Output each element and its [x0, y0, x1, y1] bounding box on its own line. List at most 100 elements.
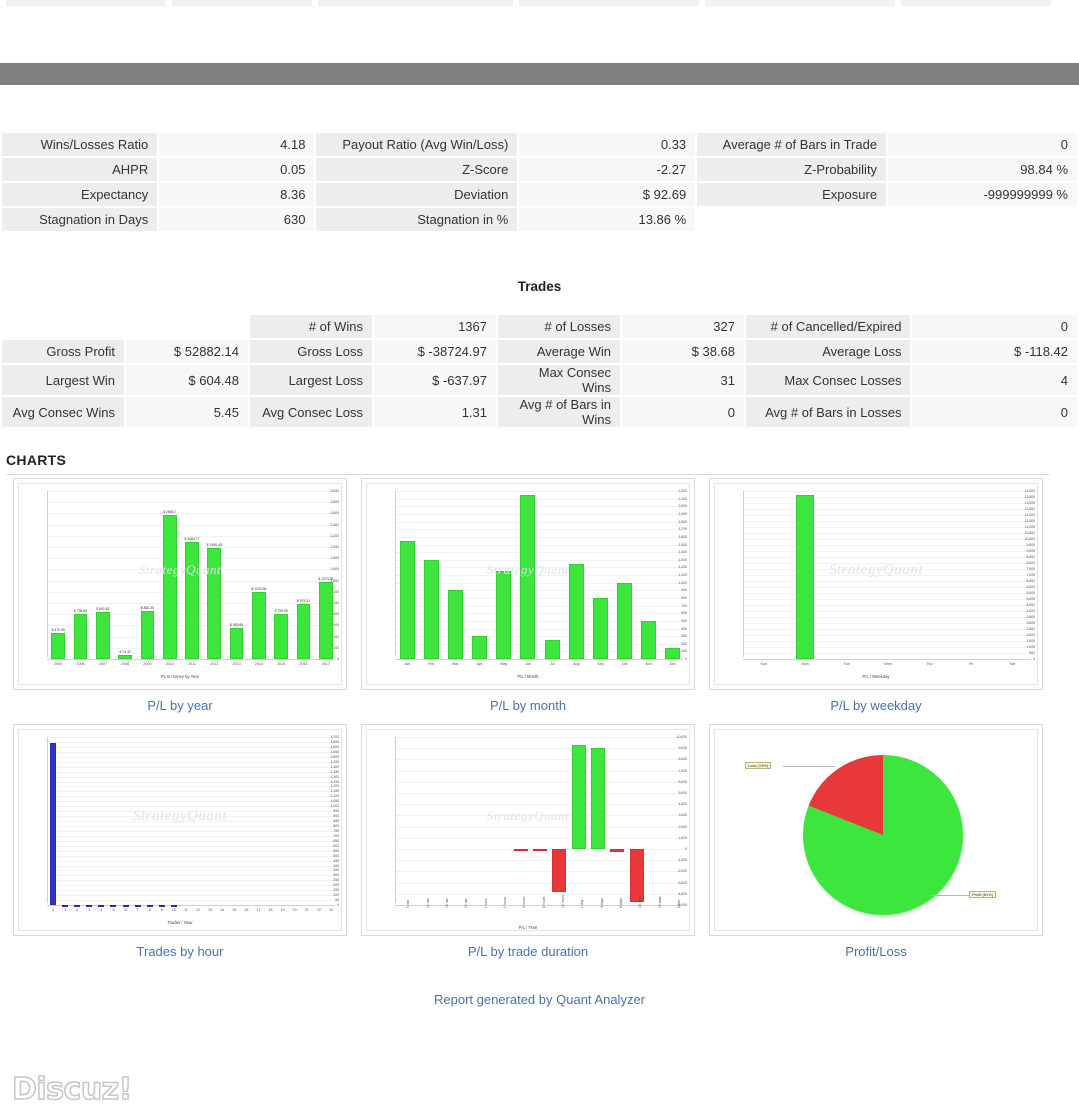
- trades-section-title: Trades: [0, 279, 1079, 294]
- x-axis-title: P/L / Time: [367, 925, 689, 930]
- stat-value: 327: [622, 315, 744, 338]
- x-axis-tick: Nov: [646, 662, 653, 666]
- chart-caption-pl-by-trade-duration: P/L by trade duration: [354, 944, 702, 959]
- y-axis-tick: 800: [333, 824, 339, 828]
- stat-value: 1.31: [374, 397, 496, 427]
- x-axis-tick: 30 days: [658, 896, 662, 908]
- y-axis: [47, 491, 48, 657]
- bar: [472, 636, 487, 659]
- y-axis-tick: -3,000: [677, 881, 687, 885]
- y-axis-tick: 1,800: [331, 556, 340, 560]
- bar: [591, 748, 605, 849]
- y-axis-tick: 1,100: [679, 573, 688, 577]
- y-axis-tick: 4,000: [1027, 609, 1036, 613]
- top-tab-1[interactable]: [6, 0, 166, 6]
- stat-label: Deviation: [316, 183, 517, 206]
- x-axis-tick: 2012: [210, 662, 218, 666]
- x-axis-tick: Oct: [622, 662, 628, 666]
- top-tab-5[interactable]: [705, 0, 895, 6]
- x-axis-tick: 9: [161, 908, 163, 912]
- y-axis-tick: 0: [337, 903, 339, 907]
- bar-value-label: $ 553.69: [230, 623, 243, 627]
- x-axis-tick: 17: [256, 908, 260, 912]
- y-axis-tick: 1,600: [679, 535, 688, 539]
- table-row: Largest Win $ 604.48 Largest Loss $ -637…: [2, 365, 1077, 395]
- chart-pl-by-month[interactable]: 01002003004005006007008009001,0001,1001,…: [361, 478, 695, 690]
- top-tab-4[interactable]: [519, 0, 699, 6]
- stat-value: 0: [622, 397, 744, 427]
- y-axis-tick: 2,000: [1027, 633, 1036, 637]
- y-axis-tick: 200: [333, 646, 339, 650]
- bar: [448, 590, 463, 659]
- chart-pl-by-weekday[interactable]: 05001,0001,5002,0002,5003,0003,5004,0004…: [709, 478, 1043, 690]
- table-row: Expectancy 8.36 Deviation $ 92.69 Exposu…: [2, 183, 1077, 206]
- x-axis-tick: 0: [52, 908, 54, 912]
- chart-profit-loss-pie[interactable]: Loss (19%)Profit (81%): [709, 724, 1043, 936]
- pie-leader-loss: [783, 766, 835, 767]
- bar: [98, 905, 104, 907]
- stat-value: 98.84 %: [888, 158, 1077, 181]
- y-axis-tick: 1,500: [331, 755, 340, 759]
- bar: [252, 592, 266, 659]
- stat-label: Max Consec Losses: [746, 365, 910, 395]
- x-axis-tick: 2016: [299, 662, 307, 666]
- bar-value-label: $ 852.30: [141, 606, 154, 610]
- x-axis-tick: 8: [149, 908, 151, 912]
- x-axis-tick: 16 days: [638, 896, 642, 908]
- bar: [520, 495, 535, 659]
- chart-trades-by-hour[interactable]: 0501001502002503003504004505005506006507…: [13, 724, 347, 936]
- x-axis-tick: 19: [281, 908, 285, 912]
- x-axis-tick: 21: [305, 908, 309, 912]
- x-axis-tick: 7: [137, 908, 139, 912]
- y-axis-tick: 450: [333, 859, 339, 863]
- y-axis-tick: 1,350: [331, 770, 340, 774]
- charts-section-header: CHARTS: [6, 452, 1050, 475]
- x-axis-tick: 2017: [322, 662, 330, 666]
- x-axis-tick: 2 hours: [503, 897, 507, 908]
- bar: [118, 655, 132, 659]
- y-axis-tick: 400: [333, 864, 339, 868]
- chart-cell-pl-by-year: 02004006008001,0001,2001,4001,6001,8002,…: [6, 476, 354, 713]
- y-axis-tick: 7,500: [1027, 567, 1036, 571]
- top-tab-6[interactable]: [901, 0, 1051, 6]
- pie-callout-loss: Loss (19%): [745, 762, 771, 769]
- y-axis: [743, 491, 744, 657]
- y-axis-tick: 1,650: [331, 740, 340, 744]
- y-axis-tick: 4,000: [679, 802, 688, 806]
- y-axis-tick: 1,300: [331, 775, 340, 779]
- y-axis-tick: 300: [681, 634, 687, 638]
- x-axis-tick: Sep: [597, 662, 604, 666]
- y-axis-tick: 1,000: [679, 581, 688, 585]
- y-axis-tick: 8,500: [1027, 555, 1036, 559]
- stat-value: 0.05: [159, 158, 314, 181]
- top-tab-2[interactable]: [172, 0, 312, 6]
- stat-value: 4.18: [159, 133, 314, 156]
- table-row: Stagnation in Days 630 Stagnation in % 1…: [2, 208, 1077, 231]
- y-axis-tick: 14,000: [1025, 489, 1035, 493]
- stat-value: 13.86 %: [519, 208, 695, 231]
- chart-caption-pl-by-month: P/L by month: [354, 698, 702, 713]
- y-axis-tick: 2,500: [1027, 627, 1036, 631]
- x-axis: [743, 659, 1031, 660]
- chart-pl-by-trade-duration[interactable]: -5,000-4,000-3,000-2,000-1,00001,0002,00…: [361, 724, 695, 936]
- y-axis: [395, 737, 396, 903]
- bar: [514, 849, 528, 851]
- charts-title: CHARTS: [6, 452, 1050, 474]
- chart-pl-by-year[interactable]: 02004006008001,0001,2001,4001,6001,8002,…: [13, 478, 347, 690]
- top-tab-3[interactable]: [318, 0, 513, 6]
- x-axis-tick: Apr: [477, 662, 483, 666]
- y-axis-tick: 500: [1029, 651, 1035, 655]
- x-axis-title: P/L / Month: [367, 674, 689, 679]
- y-axis-tick: 9,000: [679, 746, 688, 750]
- bar-value-label: $ 842.82: [96, 607, 109, 611]
- y-axis-tick: 2,000: [679, 504, 688, 508]
- x-axis-tick: 2: [76, 908, 78, 912]
- bar-value-label: $ 795.99: [275, 609, 288, 613]
- x-axis-tick: 30 min: [464, 898, 468, 908]
- x-axis-tick: 11: [184, 908, 188, 912]
- x-axis-tick: 5 min: [406, 900, 410, 908]
- bar: [610, 849, 624, 852]
- bar-value-label: $ 1373.38: [318, 577, 333, 581]
- bar: [400, 541, 415, 659]
- y-axis-tick: 1,000: [331, 804, 340, 808]
